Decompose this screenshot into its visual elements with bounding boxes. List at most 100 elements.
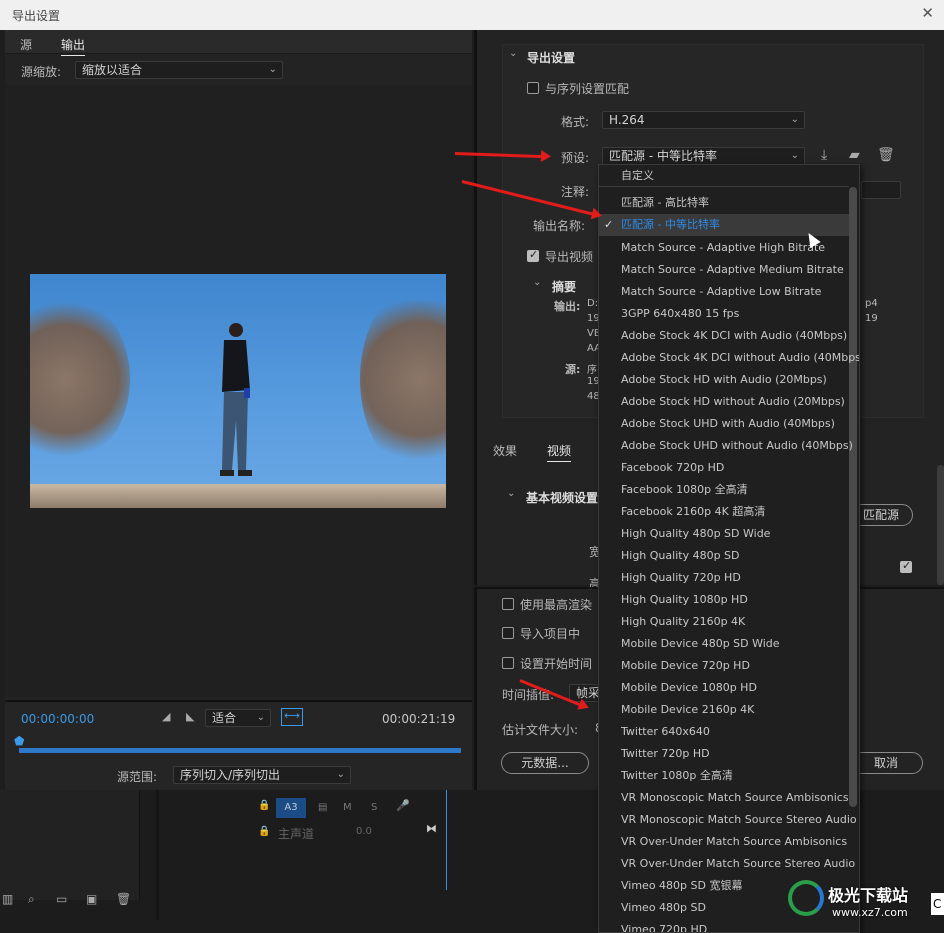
mark-in-icon[interactable]: ◢ (162, 710, 170, 723)
preset-label: 预设: (561, 151, 590, 165)
match-sequence-checkbox[interactable] (527, 82, 539, 94)
comment-input-edge[interactable] (861, 181, 901, 199)
filesize-label: 估计文件大小: (502, 723, 579, 737)
import-preset-icon[interactable]: ▰ (849, 147, 860, 163)
preset-menu-item[interactable]: Adobe Stock 4K DCI without Audio (40Mbps… (599, 347, 859, 369)
new-item-icon[interactable]: ▣ (86, 892, 97, 906)
collapse-icon[interactable]: ⌄ (533, 277, 541, 288)
export-video-checkbox[interactable] (527, 248, 539, 262)
max-render-checkbox[interactable] (502, 598, 514, 610)
delete-preset-icon[interactable]: 🗑 (877, 147, 895, 163)
preset-dropdown[interactable]: 匹配源 - 中等比特率 ⌄ (602, 147, 805, 165)
summary-heading: 摘要 (552, 280, 577, 294)
tab-source[interactable]: 源 (20, 36, 32, 53)
preset-menu-item[interactable]: Mobile Device 2160p 4K (599, 699, 849, 721)
basic-video-heading: 基本视频设置 (526, 491, 599, 505)
export-settings-heading: 导出设置 (527, 51, 576, 65)
preset-menu-item[interactable]: Twitter 640x640 (599, 721, 849, 743)
preset-menu-item[interactable]: Adobe Stock UHD without Audio (40Mbps) (599, 435, 853, 457)
format-value: H.264 (609, 113, 645, 127)
tab-effects[interactable]: 效果 (493, 442, 517, 459)
preset-menu-item[interactable]: Twitter 720p HD (599, 743, 849, 765)
lock-icon[interactable]: 🔒 (258, 826, 270, 837)
preset-menu-item[interactable]: Facebook 720p HD (599, 457, 849, 479)
timecode-start[interactable]: 00:00:00:00 (21, 712, 94, 726)
in-out-marker-icon[interactable]: ⧓ (426, 822, 437, 835)
track-toggle-icon[interactable]: ▤ (318, 802, 327, 813)
fit-dropdown[interactable]: 适合 ⌄ (205, 709, 271, 727)
source-scale-value: 缩放以适合 (82, 63, 143, 77)
preset-menu-item[interactable]: VR Monoscopic Match Source Stereo Audio (599, 809, 857, 831)
export-video-label: 导出视频 (545, 250, 594, 264)
preset-menu-item[interactable]: Mobile Device 480p SD Wide (599, 633, 849, 655)
metadata-button[interactable]: 元数据... (501, 752, 589, 774)
preset-menu-item[interactable]: Adobe Stock 4K DCI with Audio (40Mbps) (599, 325, 849, 347)
preset-menu-item[interactable]: Twitter 1080p 全高清 (599, 765, 849, 787)
lock-icon[interactable]: 🔒 (258, 800, 270, 811)
solo-button[interactable]: S (371, 802, 377, 813)
preset-menu-item[interactable]: VR Over-Under Match Source Stereo Audio (599, 853, 855, 875)
tab-video[interactable]: 视频 (547, 442, 572, 462)
preset-menu-item[interactable]: Adobe Stock HD without Audio (20Mbps) (599, 391, 849, 413)
preset-value: 匹配源 - 中等比特率 (609, 149, 717, 163)
watermark-name: 极光下载站 (828, 886, 909, 905)
playback-controls: 00:00:00:00 ◢ ◣ 适合 ⌄ ⟷ 00:00:21:19 ⬟ 源范围:… (5, 700, 472, 790)
preset-menu-item[interactable]: 自定义 (599, 165, 849, 187)
preset-menu-item[interactable]: High Quality 720p HD (599, 567, 849, 589)
aspect-ratio-icon[interactable]: ⟷ (281, 708, 303, 726)
format-dropdown[interactable]: H.264 ⌄ (602, 111, 805, 129)
match-sequence-label: 与序列设置匹配 (545, 82, 630, 96)
chevron-down-icon: ⌄ (790, 150, 799, 161)
output-name-label: 输出名称: (533, 219, 586, 233)
preset-menu-item[interactable]: Match Source - Adaptive Medium Bitrate (599, 259, 849, 281)
search-icon[interactable]: ⌕ (28, 892, 35, 907)
close-icon[interactable]: ✕ (921, 4, 934, 22)
list-icon[interactable]: ▥ (2, 892, 13, 906)
stone-wall (30, 484, 446, 508)
preset-menu-item[interactable]: 匹配源 - 高比特率 (599, 192, 849, 214)
mark-out-icon[interactable]: ◣ (186, 710, 194, 723)
source-scale-dropdown[interactable]: 缩放以适合 ⌄ (75, 61, 283, 79)
preset-menu-item[interactable]: VR Monoscopic Match Source Ambisonics (599, 787, 849, 809)
preset-menu-item[interactable]: Match Source - Adaptive Low Bitrate (599, 281, 849, 303)
comment-label: 注释: (561, 185, 590, 199)
source-line-1: 序 (587, 365, 597, 376)
preset-menu-item[interactable]: High Quality 1080p HD (599, 589, 849, 611)
menu-scrollbar[interactable] (849, 187, 857, 807)
output-right-fragment-1: p4 (865, 298, 878, 309)
master-volume[interactable]: 0.0 (356, 826, 372, 837)
preset-menu-item[interactable]: High Quality 480p SD Wide (599, 523, 849, 545)
collapse-icon[interactable]: ⌄ (507, 488, 515, 499)
preset-menu-item[interactable]: High Quality 480p SD (599, 545, 849, 567)
mute-button[interactable]: M (343, 802, 352, 813)
folder-icon[interactable]: ▭ (56, 892, 67, 906)
preset-menu-item[interactable]: VR Over-Under Match Source Ambisonics (599, 831, 849, 853)
preset-menu-item[interactable]: 3GPP 640x480 15 fps (599, 303, 849, 325)
tab-output[interactable]: 输出 (61, 36, 86, 56)
edge-fragment: C (931, 893, 944, 915)
link-dimensions-checkbox[interactable] (900, 559, 912, 573)
collapse-icon[interactable]: ⌄ (509, 48, 517, 59)
playhead-icon[interactable]: ⬟ (14, 734, 24, 748)
set-start-checkbox[interactable] (502, 657, 514, 669)
cancel-button[interactable]: 取消 (849, 752, 923, 774)
trash-icon[interactable]: 🗑 (116, 892, 131, 906)
mic-icon[interactable]: 🎤 (396, 799, 410, 812)
save-preset-icon[interactable]: ⤓ (821, 147, 827, 163)
preset-menu-item[interactable]: Mobile Device 1080p HD (599, 677, 849, 699)
track-a3[interactable]: A3 (276, 798, 306, 818)
preset-menu-item[interactable]: Facebook 2160p 4K 超高清 (599, 501, 849, 523)
settings-scrollbar[interactable] (937, 465, 944, 585)
source-range-dropdown[interactable]: 序列切入/序列切出 ⌄ (173, 766, 351, 784)
preset-menu-item[interactable]: Facebook 1080p 全高清 (599, 479, 849, 501)
chevron-down-icon: ⌄ (268, 64, 277, 75)
preset-menu-item[interactable]: High Quality 2160p 4K (599, 611, 849, 633)
watermark-logo-icon (788, 880, 824, 916)
preset-menu-item[interactable]: Mobile Device 720p HD (599, 655, 849, 677)
preset-menu-item[interactable]: Adobe Stock HD with Audio (20Mbps) (599, 369, 849, 391)
preset-menu-item[interactable]: Adobe Stock UHD with Audio (40Mbps) (599, 413, 849, 435)
playhead-line[interactable] (446, 790, 447, 890)
import-project-checkbox[interactable] (502, 627, 514, 639)
timeline-scrubber[interactable] (19, 748, 461, 753)
preset-dropdown-menu: 自定义匹配源 - 高比特率匹配源 - 中等比特率Match Source - A… (598, 164, 860, 933)
